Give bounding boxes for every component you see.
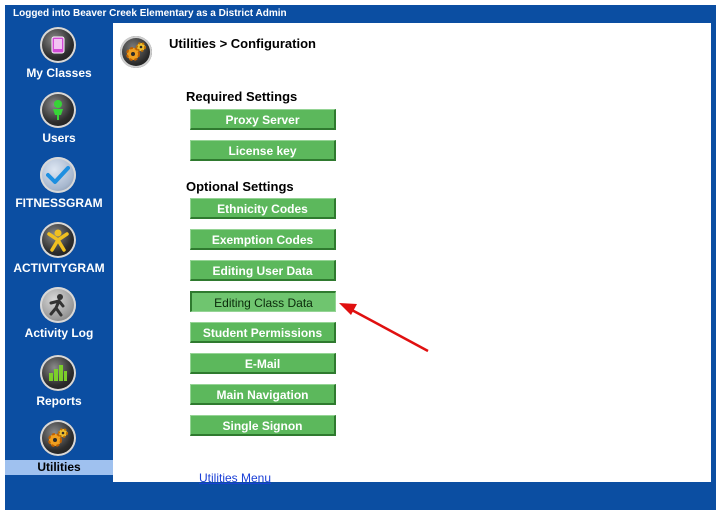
- gears-icon: [120, 36, 152, 68]
- main-navigation-button[interactable]: Main Navigation: [190, 384, 336, 405]
- breadcrumb: Utilities > Configuration: [169, 36, 316, 51]
- activity-figure-icon: [40, 222, 76, 258]
- proxy-server-button[interactable]: Proxy Server: [190, 109, 336, 130]
- sidebar-item-label: FITNESSGRAM: [15, 196, 103, 210]
- exemption-codes-button[interactable]: Exemption Codes: [190, 229, 336, 250]
- student-permissions-button[interactable]: Student Permissions: [190, 322, 336, 343]
- required-settings-heading: Required Settings: [186, 89, 298, 104]
- sidebar-item-fitnessgram[interactable]: FITNESSGRAM: [5, 157, 113, 219]
- gears-icon: [40, 420, 76, 456]
- bar-chart-icon: [40, 355, 76, 391]
- sidebar-item-utilities[interactable]: Utilities: [5, 420, 113, 482]
- sidebar-item-label: Utilities: [5, 460, 113, 475]
- running-figure-icon: [40, 287, 76, 323]
- sidebar-item-users[interactable]: Users: [5, 92, 113, 154]
- email-button[interactable]: E-Mail: [190, 353, 336, 374]
- tablet-icon: [40, 27, 76, 63]
- sidebar-item-activity-log[interactable]: Activity Log: [5, 287, 113, 349]
- sidebar-item-activitygram[interactable]: ACTIVITYGRAM: [5, 222, 113, 284]
- sidebar-item-my-classes[interactable]: My Classes: [5, 27, 113, 89]
- utilities-menu-link[interactable]: Utilities Menu: [199, 471, 271, 485]
- editing-user-data-button[interactable]: Editing User Data: [190, 260, 336, 281]
- sidebar-item-label: ACTIVITYGRAM: [13, 261, 105, 275]
- person-icon: [40, 92, 76, 128]
- sidebar-item-label: My Classes: [26, 66, 92, 80]
- sidebar-item-label: Activity Log: [24, 326, 94, 340]
- sidebar-item-label: Reports: [36, 394, 82, 408]
- ethnicity-codes-button[interactable]: Ethnicity Codes: [190, 198, 336, 219]
- editing-class-data-button[interactable]: Editing Class Data: [190, 291, 336, 312]
- sidebar-item-reports[interactable]: Reports: [5, 355, 113, 417]
- main-content: Utilities > Configuration Required Setti…: [113, 23, 711, 485]
- sidebar: My Classes Users FITNESSGRAM ACTIVITYGRA…: [5, 23, 113, 481]
- app-frame: Logged into Beaver Creek Elementary as a…: [5, 5, 716, 510]
- sidebar-item-label: Users: [42, 131, 76, 145]
- single-signon-button[interactable]: Single Signon: [190, 415, 336, 436]
- optional-settings-heading: Optional Settings: [186, 179, 294, 194]
- login-status-bar: Logged into Beaver Creek Elementary as a…: [13, 8, 287, 19]
- checkmark-icon: [40, 157, 76, 193]
- license-key-button[interactable]: License key: [190, 140, 336, 161]
